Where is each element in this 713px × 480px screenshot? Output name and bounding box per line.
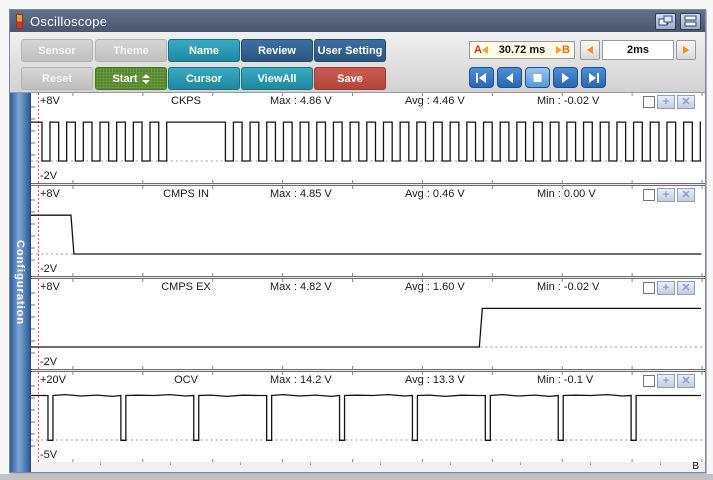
avg-readout: Avg : 0.46 V <box>405 188 465 200</box>
channel-name: OCV <box>174 374 198 386</box>
name-button[interactable]: Name <box>168 39 240 62</box>
channel-name: CMPS IN <box>163 188 209 200</box>
channel-panel-ocv: +20V OCV Max : 14.2 V Avg : 13.3 V Min :… <box>31 372 705 462</box>
skip-to-end-button[interactable] <box>581 67 606 88</box>
max-readout: Max : 14.2 V <box>270 374 332 386</box>
min-readout: Min : 0.00 V <box>537 188 596 200</box>
window-list-icon[interactable] <box>680 12 701 30</box>
cursor-a-label: A <box>474 44 482 56</box>
window-title: Oscilloscope <box>30 13 108 29</box>
max-readout: Max : 4.86 V <box>270 95 332 107</box>
right-arrow-icon <box>683 46 689 54</box>
channel-plots: +8V CKPS Max : 4.86 V Avg : 4.46 V Min :… <box>31 93 705 472</box>
scale-top-label: +8V <box>40 188 60 200</box>
main-content: Configuration +8V CKPS Max : 4.86 V Avg … <box>10 93 705 472</box>
channel-close-icon[interactable]: ✕ <box>677 95 695 109</box>
channel-panel-cmps-in: +8V CMPS IN Max : 4.85 V Avg : 0.46 V Mi… <box>31 186 705 276</box>
scale-bottom-label: -2V <box>40 170 58 182</box>
play-backward-button[interactable] <box>497 67 522 88</box>
ab-range-box[interactable]: A 30.72 ms B <box>469 41 575 59</box>
channel-name: CKPS <box>171 95 201 107</box>
configuration-tab[interactable]: Configuration <box>10 93 31 472</box>
titlebar: Oscilloscope <box>10 10 705 32</box>
channel-close-icon[interactable]: ✕ <box>677 374 695 388</box>
avg-readout: Avg : 13.3 V <box>405 374 465 386</box>
cursor-button[interactable]: Cursor <box>168 67 240 90</box>
scale-top-label: +8V <box>40 95 60 107</box>
viewall-button[interactable]: ViewAll <box>241 67 313 90</box>
channel-close-icon[interactable]: ✕ <box>677 188 695 202</box>
ab-range-value: 30.72 ms <box>498 44 546 56</box>
scale-top-label: +8V <box>40 281 60 293</box>
timebase-decrease-button[interactable] <box>580 40 600 60</box>
configuration-tab-label: Configuration <box>14 239 26 326</box>
theme-button[interactable]: Theme <box>95 39 167 62</box>
channel-close-icon[interactable]: ✕ <box>677 281 695 295</box>
dual-display-icon[interactable] <box>655 12 676 30</box>
time-ruler: B <box>31 461 705 472</box>
timebase-value: 2ms <box>602 40 674 60</box>
channel-expand-icon[interactable]: + <box>657 188 675 202</box>
channel-expand-icon[interactable]: + <box>657 281 675 295</box>
sensor-button[interactable]: Sensor <box>21 39 93 62</box>
max-readout: Max : 4.82 V <box>270 281 332 293</box>
app-icon <box>16 13 23 29</box>
channel-expand-icon[interactable]: + <box>657 374 675 388</box>
play-button[interactable] <box>553 67 578 88</box>
desktop-background <box>0 474 713 480</box>
user-setting-button[interactable]: User Setting <box>314 39 386 62</box>
channel-checkbox[interactable] <box>643 375 655 387</box>
cursor-b-marker: B <box>692 461 699 472</box>
left-arrow-icon <box>587 46 593 54</box>
min-readout: Min : -0.02 V <box>537 281 600 293</box>
scale-bottom-label: -2V <box>40 356 58 368</box>
save-button[interactable]: Save <box>314 67 386 90</box>
start-spinner-icon[interactable] <box>141 73 150 84</box>
channel-checkbox[interactable] <box>643 96 655 108</box>
cursor-b-label: B <box>562 44 570 56</box>
channel-panel-ckps: +8V CKPS Max : 4.86 V Avg : 4.46 V Min :… <box>31 93 705 183</box>
avg-readout: Avg : 4.46 V <box>405 95 465 107</box>
min-readout: Min : -0.02 V <box>537 95 600 107</box>
stop-button[interactable] <box>525 67 550 88</box>
start-button[interactable]: Start <box>95 67 167 90</box>
reset-button[interactable]: Reset <box>21 67 93 90</box>
skip-to-start-button[interactable] <box>469 67 494 88</box>
min-readout: Min : -0.1 V <box>537 374 594 386</box>
scale-bottom-label: -2V <box>40 263 58 275</box>
channel-checkbox[interactable] <box>643 189 655 201</box>
avg-readout: Avg : 1.60 V <box>405 281 465 293</box>
channel-checkbox[interactable] <box>643 282 655 294</box>
scale-bottom-label: -5V <box>40 449 58 461</box>
channel-name: CMPS EX <box>161 281 211 293</box>
channel-expand-icon[interactable]: + <box>657 95 675 109</box>
playback-controls <box>469 67 606 88</box>
review-button[interactable]: Review <box>241 39 313 62</box>
oscilloscope-window: Oscilloscope Sensor Theme Name Review Us… <box>9 9 706 473</box>
channel-panel-cmps-ex: +8V CMPS EX Max : 4.82 V Avg : 1.60 V Mi… <box>31 279 705 369</box>
max-readout: Max : 4.85 V <box>270 188 332 200</box>
toolbar: Sensor Theme Name Review User Setting Re… <box>10 32 705 93</box>
timebase-increase-button[interactable] <box>676 40 696 60</box>
scale-top-label: +20V <box>40 374 66 386</box>
